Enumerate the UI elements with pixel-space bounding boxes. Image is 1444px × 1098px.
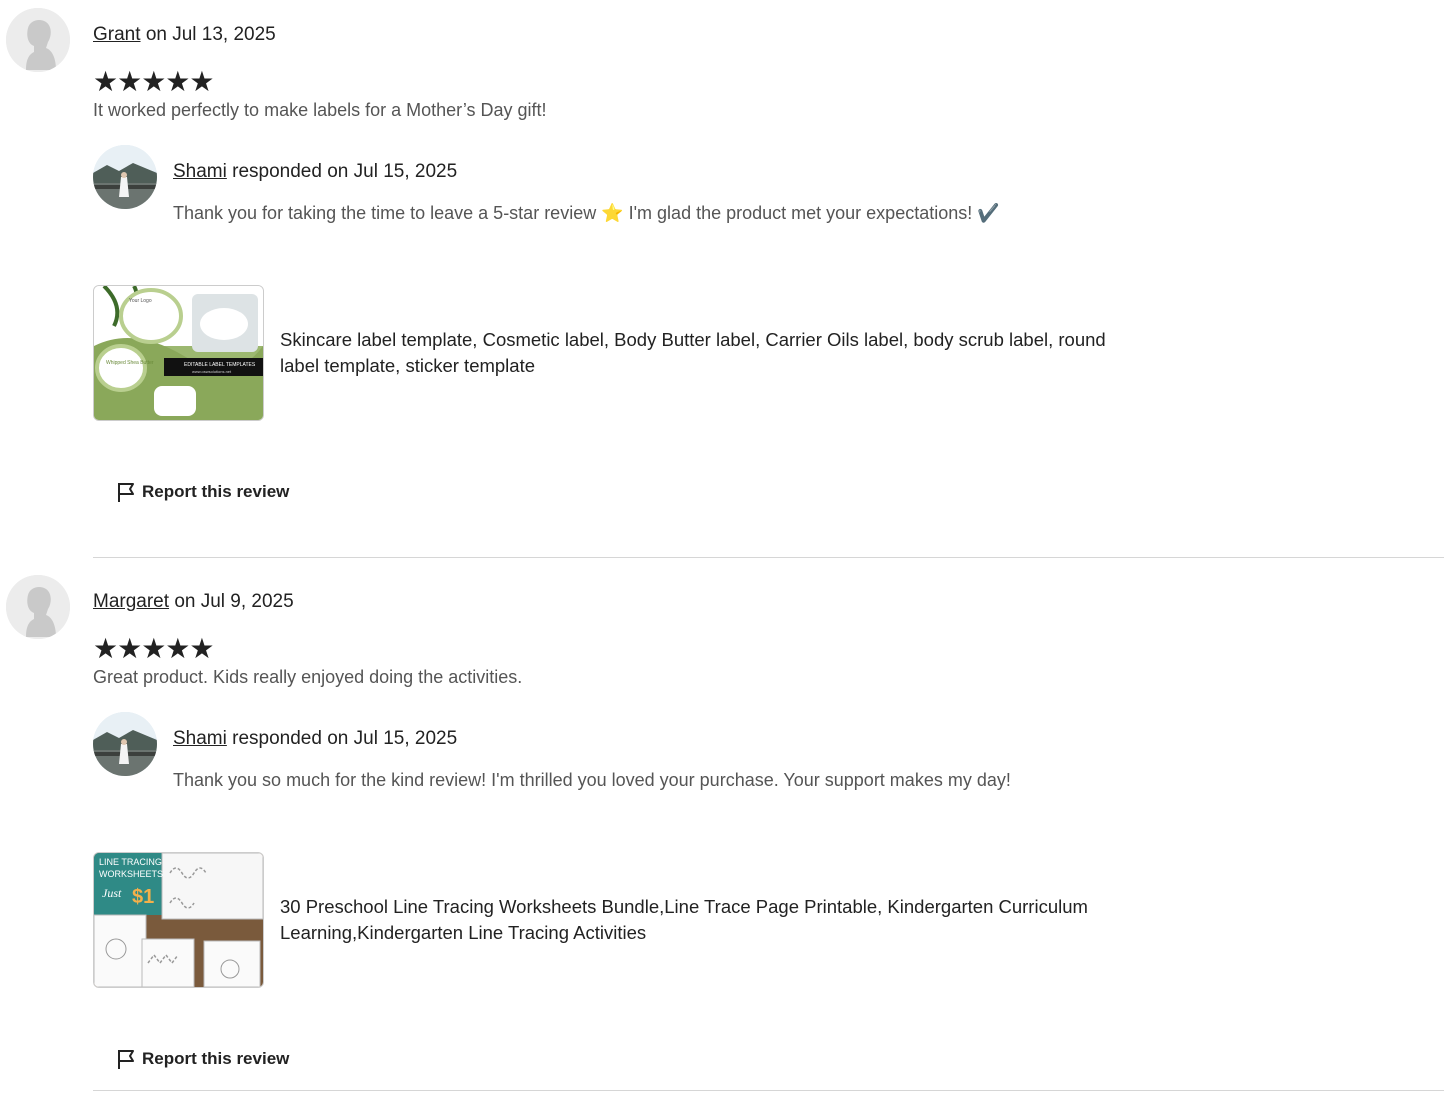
thumb-text: EDITABLE LABEL TEMPLATES	[184, 362, 256, 368]
seller-avatar[interactable]	[93, 712, 157, 776]
reviewer-name-link[interactable]: Margaret	[93, 591, 169, 612]
response-date: responded on Jul 15, 2025	[232, 728, 458, 749]
seller-name-link[interactable]: Shami	[173, 161, 227, 182]
seller-response-text: Thank you for taking the time to leave a…	[173, 203, 1000, 223]
seller-response-header: Shami responded on Jul 15, 2025	[173, 161, 457, 183]
product-thumbnail: LINE TRACING WORKSHEETS Just $1	[93, 852, 264, 988]
reviewer-name-link[interactable]: Grant	[93, 24, 141, 45]
response-date: responded on Jul 15, 2025	[232, 161, 458, 182]
product-title: 30 Preschool Line Tracing Worksheets Bun…	[280, 896, 1088, 943]
star-rating: ★★★★★	[93, 66, 215, 97]
default-user-icon	[6, 8, 70, 72]
review-header: Grant on Jul 13, 2025	[93, 24, 276, 46]
seller-response-text: Thank you so much for the kind review! I…	[173, 770, 1011, 790]
report-review-label: Report this review	[142, 1049, 290, 1068]
purchased-item-link[interactable]: LINE TRACING WORKSHEETS Just $1 30 Presc…	[93, 852, 1130, 988]
review-date: on Jul 13, 2025	[145, 24, 276, 45]
review-text: Great product. Kids really enjoyed doing…	[93, 667, 523, 687]
thumb-text: Just	[102, 886, 122, 900]
report-review-button[interactable]: Report this review	[116, 481, 289, 503]
reviewer-avatar[interactable]	[6, 8, 70, 72]
review-date: on Jul 9, 2025	[174, 591, 294, 612]
review-text: It worked perfectly to make labels for a…	[93, 100, 547, 120]
seller-photo-icon	[93, 145, 157, 209]
thumb-text: $1	[132, 886, 154, 908]
purchased-item-link[interactable]: Your Logo Whipped Shea Butter EDITABLE L…	[93, 285, 1130, 421]
report-review-label: Report this review	[142, 482, 290, 501]
review-divider	[93, 1090, 1444, 1091]
default-user-icon	[6, 575, 70, 639]
thumb-text: www.oswsolutions.net	[192, 369, 232, 374]
product-title: Skincare label template, Cosmetic label,…	[280, 329, 1106, 376]
flag-icon	[118, 1050, 134, 1069]
thumb-text: WORKSHEETS	[99, 869, 163, 879]
seller-response-header: Shami responded on Jul 15, 2025	[173, 728, 457, 750]
thumb-text: LINE TRACING	[99, 857, 162, 867]
seller-avatar[interactable]	[93, 145, 157, 209]
seller-name-link[interactable]: Shami	[173, 728, 227, 749]
reviewer-avatar[interactable]	[6, 575, 70, 639]
thumb-text: Your Logo	[129, 298, 152, 304]
review-divider	[93, 557, 1444, 558]
thumb-text: Whipped Shea Butter	[106, 360, 154, 366]
report-review-button[interactable]: Report this review	[116, 1048, 289, 1070]
product-thumbnail: Your Logo Whipped Shea Butter EDITABLE L…	[93, 285, 264, 421]
review-header: Margaret on Jul 9, 2025	[93, 591, 294, 613]
star-rating: ★★★★★	[93, 633, 215, 664]
flag-icon	[118, 483, 134, 502]
seller-photo-icon	[93, 712, 157, 776]
